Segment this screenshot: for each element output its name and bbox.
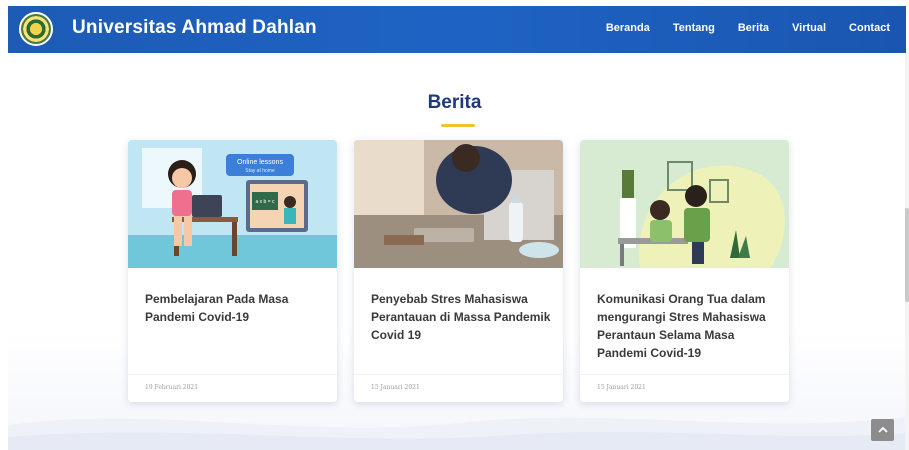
card-date: 19 Februari 2021 — [145, 384, 199, 391]
nav-item-contact[interactable]: Contact — [849, 22, 890, 34]
nav-item-beranda[interactable]: Beranda — [606, 22, 650, 34]
card-date: 15 Januari 2021 — [371, 384, 420, 391]
scrollbar-thumb[interactable] — [905, 208, 909, 302]
card-title[interactable]: Komunikasi Orang Tua dalam mengurangi St… — [597, 290, 777, 362]
news-card[interactable]: Online lessons Stay at home a x b = c Pe… — [128, 140, 337, 402]
nav-item-virtual[interactable]: Virtual — [792, 22, 826, 34]
news-card[interactable]: Komunikasi Orang Tua dalam mengurangi St… — [580, 140, 789, 402]
scroll-to-top-button[interactable] — [871, 419, 894, 441]
online-lessons-illustration[interactable]: Online lessons Stay at home a x b = c — [128, 140, 337, 268]
card-divider — [580, 374, 789, 375]
nav-item-berita[interactable]: Berita — [738, 22, 769, 34]
card-title[interactable]: Pembelajaran Pada Masa Pandemi Covid-19 — [145, 290, 325, 326]
site-brand[interactable]: Universitas Ahmad Dahlan — [72, 17, 317, 39]
card-divider — [354, 374, 563, 375]
nav-menu: Beranda Tentang Berita Virtual Contact — [606, 22, 890, 34]
card-divider — [128, 374, 337, 375]
parent-child-illustration[interactable] — [580, 140, 789, 268]
news-card[interactable]: Penyebab Stres Mahasiswa Perantauan di M… — [354, 140, 563, 402]
stressed-student-photo[interactable] — [354, 140, 563, 268]
nav-item-tentang[interactable]: Tentang — [673, 22, 715, 34]
card-title[interactable]: Penyebab Stres Mahasiswa Perantauan di M… — [371, 290, 551, 344]
decorative-wave — [8, 417, 906, 450]
section-title: Berita — [427, 92, 482, 113]
badge-subtitle: Stay at home — [245, 168, 275, 174]
badge-title: Online lessons — [237, 159, 283, 166]
top-navbar: Universitas Ahmad Dahlan Beranda Tentang… — [8, 6, 906, 53]
board-text: a x b = c — [255, 199, 275, 205]
card-date: 15 Januari 2021 — [597, 384, 646, 391]
chevron-up-icon — [877, 426, 888, 433]
university-logo[interactable] — [19, 12, 53, 46]
title-underline — [441, 124, 475, 127]
